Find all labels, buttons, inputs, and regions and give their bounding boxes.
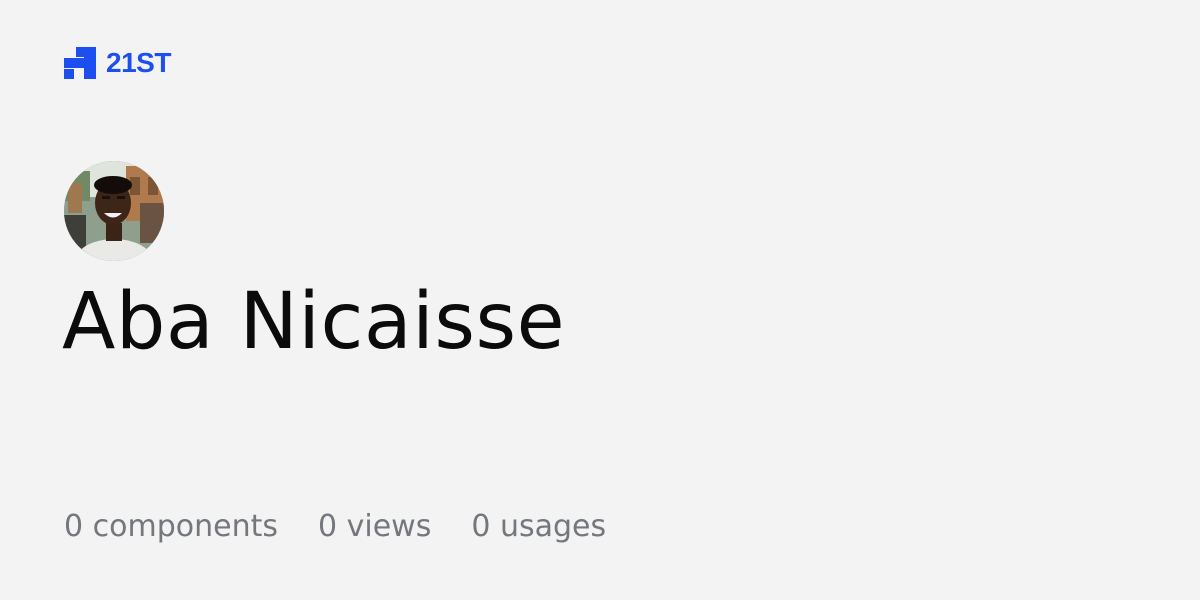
profile-name: Aba Nicaisse (62, 277, 566, 367)
user-avatar-photo (64, 161, 164, 261)
components-count: 0 components (64, 509, 278, 544)
usages-count: 0 usages (471, 509, 607, 544)
21st-logo-icon (64, 47, 96, 79)
profile-stats: 0 components 0 views 0 usages (64, 510, 606, 543)
brand-name: 21ST (106, 47, 171, 78)
brand-logo[interactable]: 21ST (64, 47, 171, 79)
views-count: 0 views (317, 509, 432, 544)
avatar (64, 161, 164, 261)
